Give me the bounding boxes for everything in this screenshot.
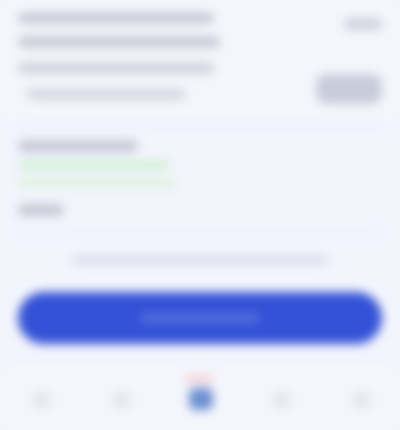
- nav-item-profile[interactable]: [338, 382, 384, 422]
- nav-item-notifications[interactable]: [258, 382, 304, 422]
- user-icon: [353, 392, 369, 408]
- list-icon: [113, 392, 129, 408]
- detail-label: [18, 204, 64, 216]
- nav-item-home[interactable]: [18, 382, 64, 422]
- header-subtitle-line: [18, 62, 214, 74]
- progress-bar: [18, 178, 176, 188]
- home-icon: [33, 392, 49, 408]
- nav-item-list[interactable]: [98, 382, 144, 422]
- header-tag: [344, 18, 382, 30]
- bell-icon: [273, 392, 289, 408]
- divider: [18, 124, 382, 125]
- divider: [18, 232, 382, 233]
- progress-bar: [18, 160, 170, 170]
- bottom-nav: [0, 368, 400, 430]
- info-note: [72, 255, 328, 265]
- nav-item-wallet[interactable]: [178, 382, 224, 422]
- detail-label: [18, 140, 138, 152]
- screen: [0, 0, 400, 430]
- primary-action-label: [141, 314, 259, 322]
- header-subtitle-line: [26, 88, 186, 100]
- header-title-line: [18, 12, 214, 24]
- header-badge[interactable]: [316, 74, 382, 104]
- header-section: [0, 0, 400, 118]
- primary-action-button[interactable]: [18, 292, 382, 344]
- wallet-icon: [189, 388, 213, 410]
- header-title-line: [18, 36, 220, 48]
